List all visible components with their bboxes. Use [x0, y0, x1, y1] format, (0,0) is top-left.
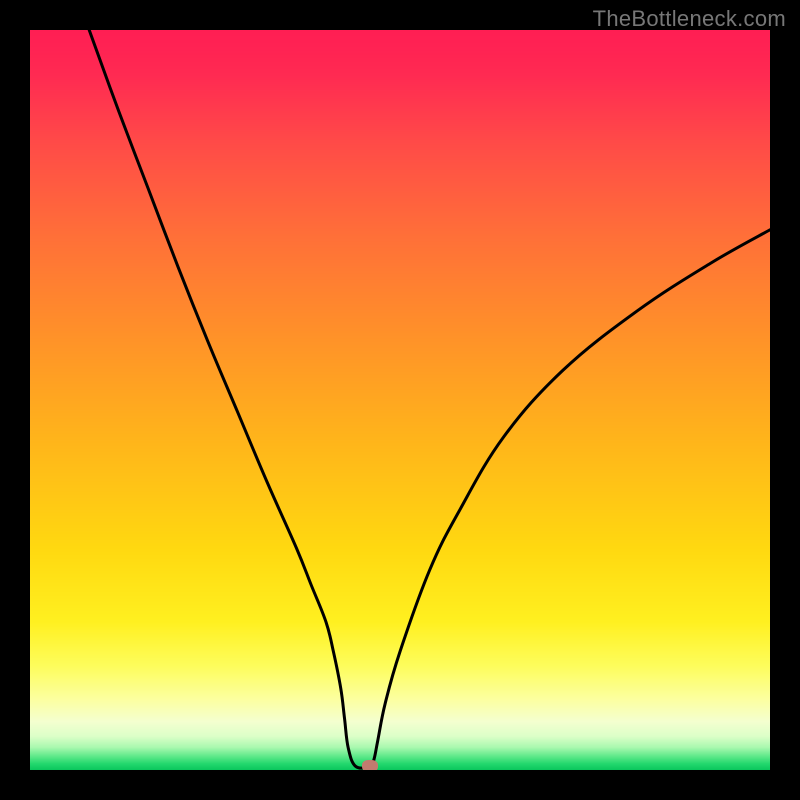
curve-svg: [30, 30, 770, 770]
bottleneck-curve: [89, 30, 770, 768]
watermark-text: TheBottleneck.com: [593, 6, 786, 32]
chart-container: TheBottleneck.com: [0, 0, 800, 800]
optimum-marker: [362, 760, 378, 770]
plot-area: [30, 30, 770, 770]
